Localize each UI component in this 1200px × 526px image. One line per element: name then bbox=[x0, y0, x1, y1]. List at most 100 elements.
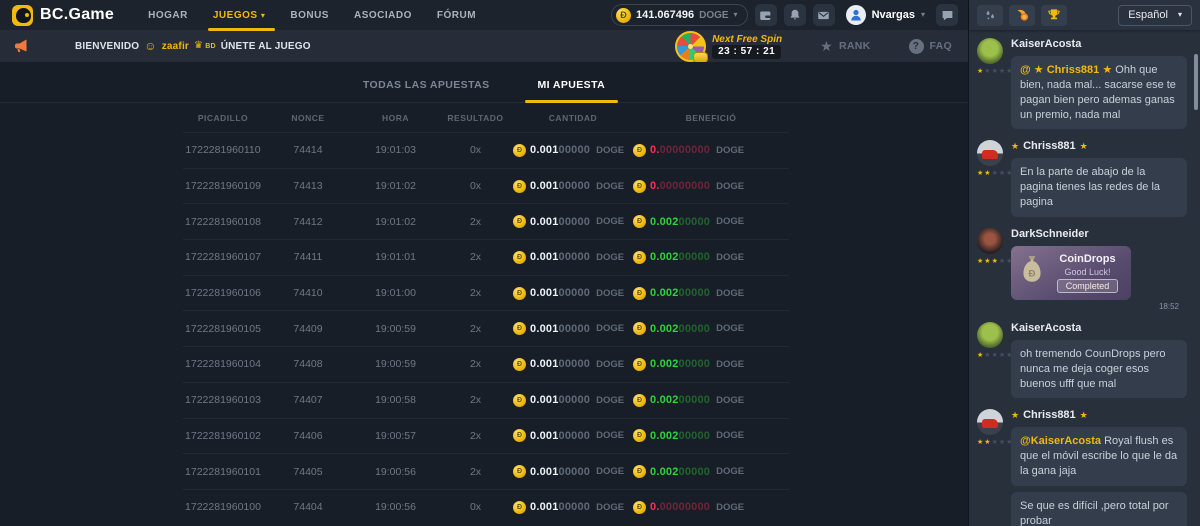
notifications-button[interactable] bbox=[784, 4, 806, 26]
bcgame-logo-icon bbox=[12, 5, 33, 26]
fireball-icon bbox=[1015, 8, 1030, 23]
bet-result: 2x bbox=[438, 323, 513, 335]
bet-profit: Ð0.00000000DOGE bbox=[633, 180, 789, 193]
tournament-button[interactable] bbox=[1041, 5, 1067, 26]
star-icon: ★ bbox=[977, 170, 983, 177]
doge-coin-icon: Ð bbox=[633, 429, 646, 442]
free-spin-widget[interactable]: Next Free Spin 23 : 57 : 21 bbox=[675, 31, 782, 62]
chat-username[interactable]: DarkSchneider bbox=[1011, 228, 1192, 240]
chat-username[interactable]: ★Chriss881★ bbox=[1011, 409, 1192, 421]
nav-item-forum[interactable]: FÓRUM bbox=[437, 10, 476, 21]
doge-coin-icon: Ð bbox=[633, 501, 646, 514]
user-menu[interactable]: Nvargas ▾ bbox=[846, 5, 925, 25]
bet-amount: Ð0.00100000DOGE bbox=[513, 287, 633, 300]
star-icon: ★ bbox=[1011, 142, 1019, 151]
chat-scrollbar[interactable] bbox=[1194, 54, 1198, 110]
star-icon: ★ bbox=[999, 352, 1005, 359]
chat-bubble: En la parte de abajo de la pagina tienes… bbox=[1011, 158, 1187, 217]
table-row[interactable]: 17222819601057440919:00:592xÐ0.00100000D… bbox=[183, 310, 789, 346]
bet-result: 2x bbox=[438, 394, 513, 406]
bet-result: 2x bbox=[438, 251, 513, 263]
table-row[interactable]: 17222819601097441319:01:020xÐ0.00100000D… bbox=[183, 168, 789, 204]
chat-bubble: @KaiserAcosta Royal flush es que el móvi… bbox=[1011, 427, 1187, 486]
bet-profit: Ð0.00200000DOGE bbox=[633, 287, 789, 300]
chat-message: ★★★★★KaiserAcosta@ ★ Chriss881 ★ Ohh que… bbox=[977, 36, 1192, 129]
avatar[interactable] bbox=[977, 322, 1003, 348]
doge-coin-icon: Ð bbox=[633, 251, 646, 264]
table-row[interactable]: 17222819601037440719:00:582xÐ0.00100000D… bbox=[183, 382, 789, 418]
star-icon: ★ bbox=[984, 352, 990, 359]
table-row[interactable]: 17222819601107441419:01:030xÐ0.00100000D… bbox=[183, 132, 789, 168]
star-icon: ★ bbox=[999, 258, 1005, 265]
chat-username[interactable]: ★Chriss881★ bbox=[1011, 140, 1192, 152]
chat-message: ★★★★★★Chriss881★En la parte de abajo de … bbox=[977, 138, 1192, 217]
rank-button[interactable]: ★ RANK bbox=[820, 39, 870, 53]
table-row[interactable]: 17222819601007440419:00:560xÐ0.00100000D… bbox=[183, 489, 789, 525]
faq-button[interactable]: ? FAQ bbox=[909, 39, 953, 54]
messages-button[interactable] bbox=[813, 4, 835, 26]
bet-time: 19:00:59 bbox=[353, 358, 438, 370]
star-icon: ★ bbox=[992, 439, 998, 446]
bet-result: 2x bbox=[438, 430, 513, 442]
bet-time: 19:00:57 bbox=[353, 430, 438, 442]
doge-coin-icon: Ð bbox=[513, 144, 526, 157]
nav-item-asociado[interactable]: ASOCIADO bbox=[354, 10, 412, 21]
vip-badge: BD bbox=[205, 43, 216, 50]
table-row[interactable]: 17222819601047440819:00:592xÐ0.00100000D… bbox=[183, 346, 789, 382]
user-rating: ★★★★★ bbox=[977, 352, 1012, 359]
table-row[interactable]: 17222819601067441019:01:002xÐ0.00100000D… bbox=[183, 275, 789, 311]
person-icon bbox=[848, 7, 864, 23]
chat-bubble: oh tremendo CounDrops pero nunca me deja… bbox=[1011, 340, 1187, 399]
wallet-button[interactable] bbox=[755, 4, 777, 26]
column-header-beneficio: BENEFICIÓ bbox=[633, 113, 789, 123]
announcement-bar: BIENVENIDO ☺ zaafir ♛ BD ÚNETE AL JUEGO … bbox=[0, 30, 968, 62]
coindrops-card[interactable]: ÐCoinDropsGood Luck!Completed bbox=[1011, 246, 1131, 300]
table-row[interactable]: 17222819601017440519:00:562xÐ0.00100000D… bbox=[183, 453, 789, 489]
table-row[interactable]: 17222819601027440619:00:572xÐ0.00100000D… bbox=[183, 418, 789, 454]
coindrops-title: CoinDrops bbox=[1059, 253, 1115, 265]
bet-nonce: 74411 bbox=[263, 251, 353, 263]
avatar[interactable] bbox=[977, 228, 1003, 254]
brand-logo[interactable]: BC.Game bbox=[0, 5, 126, 26]
avatar[interactable] bbox=[977, 140, 1003, 166]
doge-coin-icon: Ð bbox=[513, 251, 526, 264]
main-area: BC.Game HOGAR JUEGOS ▾ BONUS ASOCIADO FÓ… bbox=[0, 0, 968, 526]
user-avatar bbox=[846, 5, 866, 25]
table-row[interactable]: 17222819601087441219:01:022xÐ0.00100000D… bbox=[183, 203, 789, 239]
avatar[interactable] bbox=[977, 409, 1003, 435]
star-icon: ★ bbox=[977, 352, 983, 359]
chat-bubble-icon bbox=[941, 9, 954, 22]
balance-selector[interactable]: Ð 141.067496 DOGE ▾ bbox=[611, 4, 748, 26]
tab-all-bets[interactable]: TODAS LAS APUESTAS bbox=[363, 79, 490, 91]
doge-coin-icon: Ð bbox=[513, 394, 526, 407]
user-mention[interactable]: @KaiserAcosta bbox=[1020, 435, 1104, 447]
completed-button[interactable]: Completed bbox=[1057, 279, 1119, 293]
star-icon: ★ bbox=[1080, 142, 1088, 151]
bet-amount: Ð0.00100000DOGE bbox=[513, 144, 633, 157]
fireball-button[interactable] bbox=[1009, 5, 1035, 26]
bet-time: 19:00:56 bbox=[353, 501, 438, 513]
user-mention[interactable]: @ ★ Chriss881 ★ bbox=[1020, 64, 1115, 76]
bets-tabs: TODAS LAS APUESTAS MI APUESTA bbox=[0, 62, 968, 103]
tab-my-bets[interactable]: MI APUESTA bbox=[538, 79, 606, 91]
bet-time: 19:01:02 bbox=[353, 180, 438, 192]
table-row[interactable]: 17222819601077441119:01:012xÐ0.00100000D… bbox=[183, 239, 789, 275]
column-header-cantidad: CANTIDAD bbox=[513, 113, 633, 123]
language-selector[interactable]: Español ▾ bbox=[1118, 5, 1192, 26]
welcomed-username[interactable]: zaafir bbox=[162, 41, 189, 52]
star-icon: ★ bbox=[992, 352, 998, 359]
coindrop-button[interactable] bbox=[977, 5, 1003, 26]
chat-username[interactable]: KaiserAcosta bbox=[1011, 38, 1192, 50]
vip-crown-icon: ♛ bbox=[194, 41, 203, 51]
chat-toggle-button[interactable] bbox=[936, 4, 958, 26]
star-icon: ★ bbox=[992, 68, 998, 75]
chat-username[interactable]: KaiserAcosta bbox=[1011, 322, 1192, 334]
nav-item-bonus[interactable]: BONUS bbox=[290, 10, 329, 21]
bet-time: 19:01:02 bbox=[353, 216, 438, 228]
spin-wheel-icon bbox=[675, 31, 706, 62]
avatar[interactable] bbox=[977, 38, 1003, 64]
doge-coin-icon: Ð bbox=[633, 144, 646, 157]
bell-icon bbox=[789, 9, 801, 21]
nav-item-hogar[interactable]: HOGAR bbox=[148, 10, 188, 21]
nav-item-juegos[interactable]: JUEGOS ▾ bbox=[213, 10, 265, 21]
